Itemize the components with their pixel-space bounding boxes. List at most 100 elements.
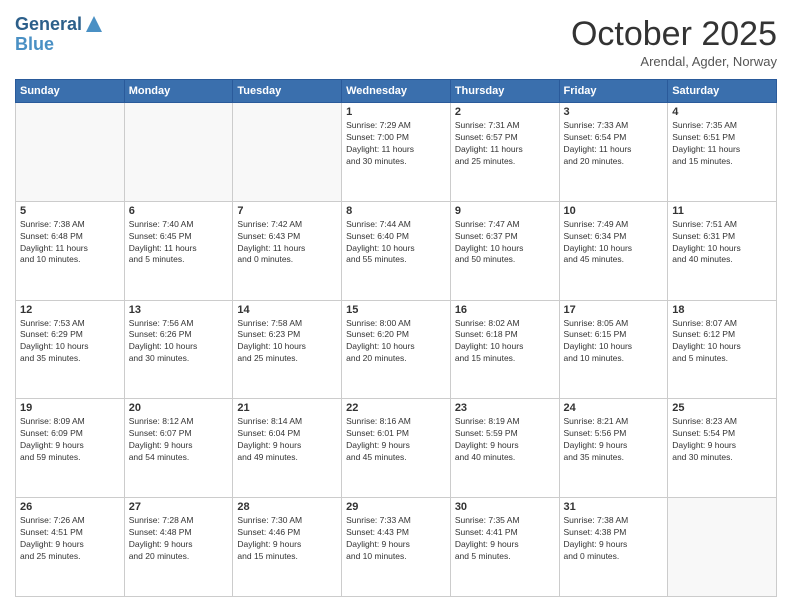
day-info: Sunrise: 7:31 AM Sunset: 6:57 PM Dayligh… xyxy=(455,120,555,168)
day-number: 27 xyxy=(129,501,229,513)
calendar-cell: 30Sunrise: 7:35 AM Sunset: 4:41 PM Dayli… xyxy=(450,498,559,597)
calendar-cell: 19Sunrise: 8:09 AM Sunset: 6:09 PM Dayli… xyxy=(16,399,125,498)
day-info: Sunrise: 7:35 AM Sunset: 6:51 PM Dayligh… xyxy=(672,120,772,168)
calendar-cell: 11 Sunrise: 7:51 AM Sunset: 6:31 PM Dayli… xyxy=(668,201,777,300)
day-number: 3 xyxy=(564,106,664,118)
page: General Blue October 2025 Arendal, Agder… xyxy=(0,0,792,612)
week-row-4: 26 Sunrise: 7:26 AM Sunset: 4:51 PM Dayli… xyxy=(16,498,777,597)
weekday-header-thursday: Thursday xyxy=(450,80,559,103)
weekday-header-tuesday: Tuesday xyxy=(233,80,342,103)
week-row-2: 12 Sunrise: 7:53 AM Sunset: 6:29 PM Dayli… xyxy=(16,300,777,399)
day-number: 4 xyxy=(672,106,772,118)
calendar-cell: 29 Sunrise: 7:33 AM Sunset: 4:43 PM Dayli… xyxy=(342,498,451,597)
month-title: October 2025 xyxy=(571,15,777,54)
day-info: Sunrise: 7:56 AM Sunset: 6:26 PM Dayligh… xyxy=(129,318,229,366)
calendar-cell: 7Sunrise: 7:42 AM Sunset: 6:43 PM Daylig… xyxy=(233,201,342,300)
day-number: 16 xyxy=(455,304,555,316)
week-row-1: 5 Sunrise: 7:38 AM Sunset: 6:48 PM Daylig… xyxy=(16,201,777,300)
calendar-cell: 10 Sunrise: 7:49 AM Sunset: 6:34 PM Dayli… xyxy=(559,201,668,300)
day-number: 20 xyxy=(129,402,229,414)
calendar-cell: 4 Sunrise: 7:35 AM Sunset: 6:51 PM Daylig… xyxy=(668,103,777,202)
calendar-cell xyxy=(233,103,342,202)
calendar-cell: 21Sunrise: 8:14 AM Sunset: 6:04 PM Dayli… xyxy=(233,399,342,498)
day-number: 30 xyxy=(455,501,555,513)
calendar-cell: 5 Sunrise: 7:38 AM Sunset: 6:48 PM Daylig… xyxy=(16,201,125,300)
day-info: Sunrise: 8:02 AM Sunset: 6:18 PM Dayligh… xyxy=(455,318,555,366)
weekday-header-friday: Friday xyxy=(559,80,668,103)
calendar-table: SundayMondayTuesdayWednesdayThursdayFrid… xyxy=(15,79,777,597)
calendar-cell: 31Sunrise: 7:38 AM Sunset: 4:38 PM Dayli… xyxy=(559,498,668,597)
calendar-cell: 28 Sunrise: 7:30 AM Sunset: 4:46 PM Dayli… xyxy=(233,498,342,597)
day-number: 11 xyxy=(672,205,772,217)
day-info: Sunrise: 7:58 AM Sunset: 6:23 PM Dayligh… xyxy=(237,318,337,366)
day-number: 17 xyxy=(564,304,664,316)
header: General Blue October 2025 Arendal, Agder… xyxy=(15,15,777,69)
calendar-cell: 16 Sunrise: 8:02 AM Sunset: 6:18 PM Dayli… xyxy=(450,300,559,399)
day-info: Sunrise: 7:53 AM Sunset: 6:29 PM Dayligh… xyxy=(20,318,120,366)
day-number: 6 xyxy=(129,205,229,217)
calendar-cell: 2Sunrise: 7:31 AM Sunset: 6:57 PM Daylig… xyxy=(450,103,559,202)
day-number: 12 xyxy=(20,304,120,316)
day-number: 18 xyxy=(672,304,772,316)
day-number: 28 xyxy=(237,501,337,513)
calendar-cell: 17 Sunrise: 8:05 AM Sunset: 6:15 PM Dayli… xyxy=(559,300,668,399)
calendar-cell: 1Sunrise: 7:29 AM Sunset: 7:00 PM Daylig… xyxy=(342,103,451,202)
day-number: 15 xyxy=(346,304,446,316)
calendar-cell: 22Sunrise: 8:16 AM Sunset: 6:01 PM Dayli… xyxy=(342,399,451,498)
day-number: 19 xyxy=(20,402,120,414)
calendar-cell: 3 Sunrise: 7:33 AM Sunset: 6:54 PM Daylig… xyxy=(559,103,668,202)
calendar-cell: 23Sunrise: 8:19 AM Sunset: 5:59 PM Dayli… xyxy=(450,399,559,498)
calendar-cell: 24 Sunrise: 8:21 AM Sunset: 5:56 PM Dayli… xyxy=(559,399,668,498)
day-info: Sunrise: 8:14 AM Sunset: 6:04 PM Dayligh… xyxy=(237,416,337,464)
week-row-3: 19Sunrise: 8:09 AM Sunset: 6:09 PM Dayli… xyxy=(16,399,777,498)
logo-general: General xyxy=(15,15,82,35)
weekday-header-row: SundayMondayTuesdayWednesdayThursdayFrid… xyxy=(16,80,777,103)
day-info: Sunrise: 7:30 AM Sunset: 4:46 PM Dayligh… xyxy=(237,515,337,563)
logo: General Blue xyxy=(15,15,104,55)
calendar-cell: 8Sunrise: 7:44 AM Sunset: 6:40 PM Daylig… xyxy=(342,201,451,300)
calendar-cell: 27 Sunrise: 7:28 AM Sunset: 4:48 PM Dayli… xyxy=(124,498,233,597)
day-info: Sunrise: 8:05 AM Sunset: 6:15 PM Dayligh… xyxy=(564,318,664,366)
week-row-0: 1Sunrise: 7:29 AM Sunset: 7:00 PM Daylig… xyxy=(16,103,777,202)
day-info: Sunrise: 7:42 AM Sunset: 6:43 PM Dayligh… xyxy=(237,219,337,267)
day-number: 5 xyxy=(20,205,120,217)
weekday-header-wednesday: Wednesday xyxy=(342,80,451,103)
day-number: 14 xyxy=(237,304,337,316)
day-number: 24 xyxy=(564,402,664,414)
day-number: 9 xyxy=(455,205,555,217)
calendar-cell xyxy=(124,103,233,202)
day-info: Sunrise: 8:16 AM Sunset: 6:01 PM Dayligh… xyxy=(346,416,446,464)
logo-icon xyxy=(84,14,104,34)
day-info: Sunrise: 8:23 AM Sunset: 5:54 PM Dayligh… xyxy=(672,416,772,464)
calendar-cell: 20Sunrise: 8:12 AM Sunset: 6:07 PM Dayli… xyxy=(124,399,233,498)
day-info: Sunrise: 7:38 AM Sunset: 6:48 PM Dayligh… xyxy=(20,219,120,267)
location-subtitle: Arendal, Agder, Norway xyxy=(571,54,777,69)
day-info: Sunrise: 7:49 AM Sunset: 6:34 PM Dayligh… xyxy=(564,219,664,267)
calendar-cell: 6 Sunrise: 7:40 AM Sunset: 6:45 PM Daylig… xyxy=(124,201,233,300)
calendar-cell: 18Sunrise: 8:07 AM Sunset: 6:12 PM Dayli… xyxy=(668,300,777,399)
calendar-cell: 9 Sunrise: 7:47 AM Sunset: 6:37 PM Daylig… xyxy=(450,201,559,300)
calendar-cell xyxy=(668,498,777,597)
day-info: Sunrise: 8:21 AM Sunset: 5:56 PM Dayligh… xyxy=(564,416,664,464)
day-number: 1 xyxy=(346,106,446,118)
day-info: Sunrise: 8:00 AM Sunset: 6:20 PM Dayligh… xyxy=(346,318,446,366)
calendar-cell: 14 Sunrise: 7:58 AM Sunset: 6:23 PM Dayli… xyxy=(233,300,342,399)
day-number: 8 xyxy=(346,205,446,217)
day-number: 10 xyxy=(564,205,664,217)
day-info: Sunrise: 7:33 AM Sunset: 6:54 PM Dayligh… xyxy=(564,120,664,168)
weekday-header-sunday: Sunday xyxy=(16,80,125,103)
day-number: 23 xyxy=(455,402,555,414)
day-info: Sunrise: 7:51 AM Sunset: 6:31 PM Dayligh… xyxy=(672,219,772,267)
day-number: 25 xyxy=(672,402,772,414)
calendar-cell: 26 Sunrise: 7:26 AM Sunset: 4:51 PM Dayli… xyxy=(16,498,125,597)
day-number: 26 xyxy=(20,501,120,513)
day-number: 29 xyxy=(346,501,446,513)
day-info: Sunrise: 7:47 AM Sunset: 6:37 PM Dayligh… xyxy=(455,219,555,267)
title-area: October 2025 Arendal, Agder, Norway xyxy=(571,15,777,69)
day-number: 31 xyxy=(564,501,664,513)
day-info: Sunrise: 7:33 AM Sunset: 4:43 PM Dayligh… xyxy=(346,515,446,563)
weekday-header-saturday: Saturday xyxy=(668,80,777,103)
day-info: Sunrise: 7:26 AM Sunset: 4:51 PM Dayligh… xyxy=(20,515,120,563)
day-info: Sunrise: 7:40 AM Sunset: 6:45 PM Dayligh… xyxy=(129,219,229,267)
day-info: Sunrise: 7:28 AM Sunset: 4:48 PM Dayligh… xyxy=(129,515,229,563)
